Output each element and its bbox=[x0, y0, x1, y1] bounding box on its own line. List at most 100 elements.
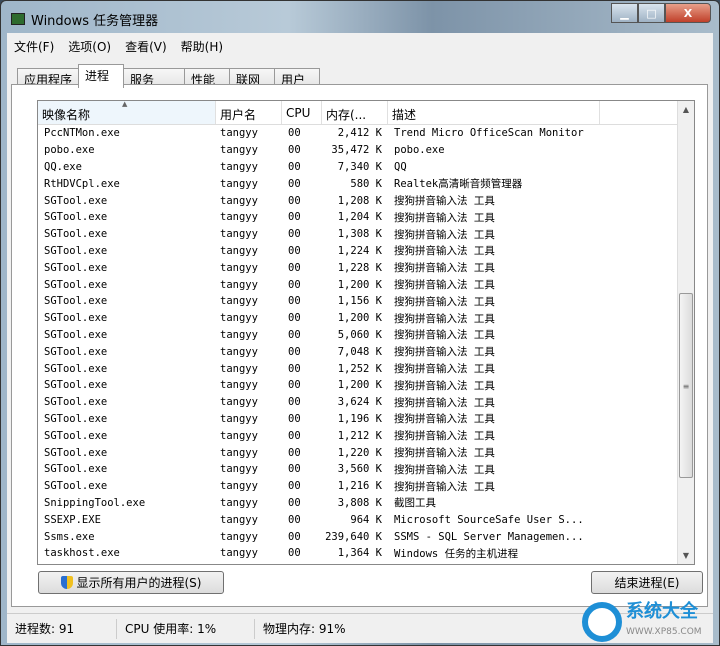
cell-user-name: tangyy bbox=[220, 496, 258, 509]
cell-memory: 1,204 K bbox=[337, 211, 382, 224]
scroll-down-icon[interactable]: ▼ bbox=[678, 547, 694, 564]
process-row[interactable]: SGTool.exe tangyy 00 7,048 K 搜狗拼音输入法 工具 bbox=[38, 343, 694, 360]
cell-memory: 2,412 K bbox=[337, 127, 382, 140]
cell-user-name: tangyy bbox=[220, 244, 258, 257]
cell-description: Windows 任务的主机进程 bbox=[394, 547, 519, 560]
maximize-button[interactable]: □ bbox=[638, 3, 665, 23]
cell-description: 搜狗拼音输入法 工具 bbox=[394, 295, 495, 308]
cell-user-name: tangyy bbox=[220, 160, 258, 173]
cell-memory: 1,200 K bbox=[337, 312, 382, 325]
menu-help[interactable]: 帮助(H) bbox=[178, 37, 226, 56]
column-image-name[interactable]: 映像名称 ▲ bbox=[38, 101, 216, 124]
process-row[interactable]: pobo.exe tangyy 00 35,472 K pobo.exe bbox=[38, 142, 694, 159]
column-cpu[interactable]: CPU bbox=[282, 101, 322, 124]
cell-user-name: tangyy bbox=[220, 127, 258, 140]
client-area: 文件(F) 选项(O) 查看(V) 帮助(H) 应用程序 进程 服务 性能 联网… bbox=[7, 33, 713, 613]
column-user-name[interactable]: 用户名 bbox=[216, 101, 282, 124]
process-row[interactable]: SGTool.exe tangyy 00 1,212 K 搜狗拼音输入法 工具 bbox=[38, 427, 694, 444]
cell-description: 搜狗拼音输入法 工具 bbox=[394, 430, 495, 443]
cell-image-name: SGTool.exe bbox=[44, 194, 108, 207]
cell-user-name: tangyy bbox=[220, 312, 258, 325]
cell-image-name: SSEXP.EXE bbox=[44, 513, 101, 526]
process-row[interactable]: SGTool.exe tangyy 00 1,220 K 搜狗拼音输入法 工具 bbox=[38, 444, 694, 461]
cell-memory: 1,212 K bbox=[337, 429, 382, 442]
process-row[interactable]: SGTool.exe tangyy 00 1,224 K 搜狗拼音输入法 工具 bbox=[38, 243, 694, 260]
watermark-name: 系统大全 bbox=[626, 601, 698, 622]
menu-options[interactable]: 选项(O) bbox=[65, 37, 114, 56]
close-button[interactable]: X bbox=[665, 3, 711, 23]
column-memory[interactable]: 内存(... bbox=[322, 101, 388, 124]
cell-image-name: SGTool.exe bbox=[44, 312, 108, 325]
process-row[interactable]: SGTool.exe tangyy 00 3,560 K 搜狗拼音输入法 工具 bbox=[38, 461, 694, 478]
process-row[interactable]: SGTool.exe tangyy 00 5,060 K 搜狗拼音输入法 工具 bbox=[38, 327, 694, 344]
task-manager-icon bbox=[11, 13, 25, 25]
cell-user-name: tangyy bbox=[220, 429, 258, 442]
cell-description: 搜狗拼音输入法 工具 bbox=[394, 195, 495, 208]
scroll-thumb[interactable]: ≡ bbox=[679, 293, 693, 478]
end-process-button[interactable]: 结束进程(E) bbox=[591, 571, 703, 594]
cell-image-name: SGTool.exe bbox=[44, 261, 108, 274]
cell-description: 搜狗拼音输入法 工具 bbox=[394, 480, 495, 493]
cell-description: 搜狗拼音输入法 工具 bbox=[394, 363, 495, 376]
cell-image-name: SGTool.exe bbox=[44, 228, 108, 241]
process-row[interactable]: SnippingTool.exe tangyy 00 3,808 K 截图工具 bbox=[38, 495, 694, 512]
cell-user-name: tangyy bbox=[220, 345, 258, 358]
cell-image-name: pobo.exe bbox=[44, 144, 95, 157]
cell-cpu: 00 bbox=[288, 278, 301, 291]
cell-user-name: tangyy bbox=[220, 278, 258, 291]
process-row[interactable]: SGTool.exe tangyy 00 1,196 K 搜狗拼音输入法 工具 bbox=[38, 411, 694, 428]
process-row[interactable]: taskhost.exe tangyy 00 1,364 K Windows 任务的主机… bbox=[38, 545, 694, 562]
process-row[interactable]: SSEXP.EXE tangyy 00 964 K Microsoft SourceSa… bbox=[38, 511, 694, 528]
cell-description: 搜狗拼音输入法 工具 bbox=[394, 463, 495, 476]
menu-view[interactable]: 查看(V) bbox=[122, 37, 170, 56]
process-row[interactable]: SGTool.exe tangyy 00 1,216 K 搜狗拼音输入法 工具 bbox=[38, 478, 694, 495]
watermark-logo: 系统大全 WWW.XP85.COM bbox=[582, 598, 720, 646]
cell-memory: 1,308 K bbox=[337, 228, 382, 241]
process-row[interactable]: Ssms.exe tangyy 00 239,640 K SSMS - SQL Serv… bbox=[38, 528, 694, 545]
cell-cpu: 00 bbox=[288, 244, 301, 257]
cell-description: 截图工具 bbox=[394, 497, 436, 510]
cell-description: Microsoft SourceSafe User S... bbox=[394, 513, 584, 526]
show-all-users-processes-button[interactable]: 显示所有用户的进程(S) bbox=[38, 571, 224, 594]
cell-description: Trend Micro OfficeScan Monitor bbox=[394, 127, 584, 140]
process-row[interactable]: SGTool.exe tangyy 00 1,228 K 搜狗拼音输入法 工具 bbox=[38, 259, 694, 276]
cell-user-name: tangyy bbox=[220, 295, 258, 308]
process-row[interactable]: PccNTMon.exe tangyy 00 2,412 K Trend Micro O… bbox=[38, 125, 694, 142]
cell-image-name: RtHDVCpl.exe bbox=[44, 177, 120, 190]
scroll-up-icon[interactable]: ▲ bbox=[678, 101, 694, 118]
minimize-button[interactable]: ▁ bbox=[611, 3, 638, 23]
cell-description: 搜狗拼音输入法 工具 bbox=[394, 379, 495, 392]
cell-description: 搜狗拼音输入法 工具 bbox=[394, 211, 495, 224]
cell-description: 搜狗拼音输入法 工具 bbox=[394, 329, 495, 342]
tab-processes[interactable]: 进程 bbox=[78, 64, 125, 88]
process-row[interactable]: SGTool.exe tangyy 00 1,252 K 搜狗拼音输入法 工具 bbox=[38, 360, 694, 377]
process-row[interactable]: SGTool.exe tangyy 00 1,200 K 搜狗拼音输入法 工具 bbox=[38, 310, 694, 327]
cell-cpu: 00 bbox=[288, 261, 301, 274]
cell-image-name: SGTool.exe bbox=[44, 345, 108, 358]
process-row[interactable]: SGTool.exe tangyy 00 1,204 K 搜狗拼音输入法 工具 bbox=[38, 209, 694, 226]
cell-description: 搜狗拼音输入法 工具 bbox=[394, 312, 495, 325]
cell-image-name: SGTool.exe bbox=[44, 328, 108, 341]
cell-memory: 1,200 K bbox=[337, 379, 382, 392]
column-description[interactable]: 描述 bbox=[388, 101, 600, 124]
cell-user-name: tangyy bbox=[220, 480, 258, 493]
vertical-scrollbar[interactable]: ▲ ≡ ▼ bbox=[677, 101, 694, 564]
process-row[interactable]: SGTool.exe tangyy 00 1,208 K 搜狗拼音输入法 工具 bbox=[38, 192, 694, 209]
process-row[interactable]: SGTool.exe tangyy 00 1,156 K 搜狗拼音输入法 工具 bbox=[38, 293, 694, 310]
process-row[interactable]: SGTool.exe tangyy 00 1,308 K 搜狗拼音输入法 工具 bbox=[38, 226, 694, 243]
process-row[interactable]: QQ.exe tangyy 00 7,340 K QQ bbox=[38, 159, 694, 176]
process-row[interactable]: SGTool.exe tangyy 00 1,200 K 搜狗拼音输入法 工具 bbox=[38, 377, 694, 394]
process-row[interactable]: RtHDVCpl.exe tangyy 00 580 K Realtek高清晰音频管理器 bbox=[38, 175, 694, 192]
process-row[interactable]: SGTool.exe tangyy 00 3,624 K 搜狗拼音输入法 工具 bbox=[38, 394, 694, 411]
cell-description: 搜狗拼音输入法 工具 bbox=[394, 262, 495, 275]
watermark-url: WWW.XP85.COM bbox=[626, 627, 702, 637]
cell-memory: 1,220 K bbox=[337, 446, 382, 459]
cell-memory: 1,228 K bbox=[337, 261, 382, 274]
cell-cpu: 00 bbox=[288, 127, 301, 140]
cell-cpu: 00 bbox=[288, 328, 301, 341]
cell-memory: 239,640 K bbox=[325, 530, 382, 543]
title-bar: Windows 任务管理器 bbox=[11, 9, 158, 29]
menu-file[interactable]: 文件(F) bbox=[11, 37, 57, 56]
cell-description: SSMS - SQL Server Managemen... bbox=[394, 530, 584, 543]
process-row[interactable]: SGTool.exe tangyy 00 1,200 K 搜狗拼音输入法 工具 bbox=[38, 276, 694, 293]
